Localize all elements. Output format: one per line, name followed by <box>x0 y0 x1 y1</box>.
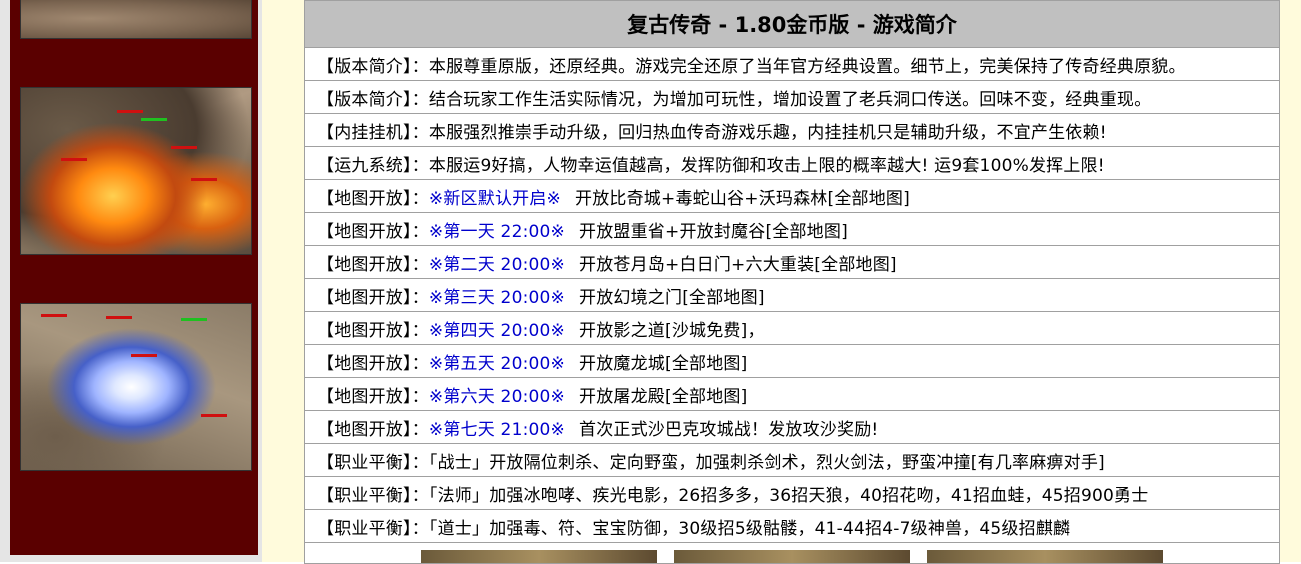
info-cell: 【地图开放】：※第六天 20:00※ 开放屠龙殿[全部地图] <box>304 377 1280 411</box>
row-text: 开放盟重省+开放封魔谷[全部地图] <box>579 221 848 242</box>
info-cell: 【版本简介】：本服尊重原版，还原经典。游戏完全还原了当年官方经典设置。细节上，完… <box>304 47 1280 81</box>
info-cell: 【地图开放】：※第二天 20:00※ 开放苍月岛+白日门+六大重装[全部地图] <box>304 245 1280 279</box>
info-cell: 【地图开放】：※第四天 20:00※ 开放影之道[沙城免费]， <box>304 311 1280 345</box>
row-schedule: ※新区默认开启※ <box>428 188 561 209</box>
row-label: 【地图开放】： <box>317 386 429 407</box>
info-cell: 【职业平衡】：「道士」加强毒、符、宝宝防御，30级招5级骷髅，41-44招4-7… <box>304 509 1280 543</box>
info-row: 【内挂挂机】：本服强烈推崇手动升级，回归热血传奇游戏乐趣，内挂挂机只是辅助升级，… <box>304 113 1280 147</box>
info-row: 【职业平衡】：「法师」加强冰咆哮、疾光电影，26招多多，36招天狼，40招花吻，… <box>304 476 1280 510</box>
game-screenshot-3[interactable] <box>20 303 252 471</box>
info-row: 【地图开放】：※第四天 20:00※ 开放影之道[沙城免费]， <box>304 311 1280 345</box>
row-text: 本服强烈推崇手动升级，回归热血传奇游戏乐趣，内挂挂机只是辅助升级，不宜产生依赖! <box>428 122 1107 143</box>
row-label: 【地图开放】： <box>317 287 429 308</box>
row-label: 【职业平衡】： <box>317 485 429 506</box>
row-text: 开放幻境之门[全部地图] <box>579 287 765 308</box>
info-row: 【运九系统】：本服运9好搞，人物幸运值越高，发挥防御和攻击上限的概率越大! 运9… <box>304 146 1280 180</box>
row-schedule: ※第三天 20:00※ <box>428 287 565 308</box>
row-label: 【版本简介】： <box>317 89 429 110</box>
row-label: 【内挂挂机】： <box>317 122 429 143</box>
sidebar-bottom-gap <box>0 555 262 562</box>
thumbnail-strip <box>304 542 1280 564</box>
row-text: 开放屠龙殿[全部地图] <box>579 386 748 407</box>
page-title: 复古传奇 - 1.80金币版 - 游戏简介 <box>304 0 1280 48</box>
row-label: 【职业平衡】： <box>317 518 429 539</box>
info-cell: 【地图开放】：※第三天 20:00※ 开放幻境之门[全部地图] <box>304 278 1280 312</box>
info-row: 【地图开放】：※第七天 21:00※ 首次正式沙巴克攻城战！发放攻沙奖励! <box>304 410 1280 444</box>
row-label: 【地图开放】： <box>317 188 429 209</box>
info-cell: 【版本简介】：结合玩家工作生活实际情况，为增加可玩性，增加设置了老兵洞口传送。回… <box>304 80 1280 114</box>
row-text: 开放苍月岛+白日门+六大重装[全部地图] <box>579 254 897 275</box>
row-label: 【地图开放】： <box>317 254 429 275</box>
info-cell: 【内挂挂机】：本服强烈推崇手动升级，回归热血传奇游戏乐趣，内挂挂机只是辅助升级，… <box>304 113 1280 147</box>
row-text: 「战士」开放隔位刺杀、定向野蛮，加强刺杀剑术，烈火剑法，野蛮冲撞[有几率麻痹对手… <box>428 452 1105 473</box>
info-row: 【地图开放】：※第五天 20:00※ 开放魔龙城[全部地图] <box>304 344 1280 378</box>
row-schedule: ※第一天 22:00※ <box>428 221 565 242</box>
row-label: 【地图开放】： <box>317 320 429 341</box>
game-screenshot-2[interactable] <box>20 87 252 255</box>
screenshot-sidebar <box>10 0 258 555</box>
info-row: 【地图开放】：※第六天 20:00※ 开放屠龙殿[全部地图] <box>304 377 1280 411</box>
row-schedule: ※第五天 20:00※ <box>428 353 565 374</box>
left-gutter <box>0 0 10 562</box>
row-text: 结合玩家工作生活实际情况，为增加可玩性，增加设置了老兵洞口传送。回味不变，经典重… <box>428 89 1152 110</box>
thumbnail-image-icon[interactable] <box>674 550 910 563</box>
info-row: 【地图开放】：※新区默认开启※ 开放比奇城+毒蛇山谷+沃玛森林[全部地图] <box>304 179 1280 213</box>
row-schedule: ※第二天 20:00※ <box>428 254 565 275</box>
info-row: 【职业平衡】：「战士」开放隔位刺杀、定向野蛮，加强刺杀剑术，烈火剑法，野蛮冲撞[… <box>304 443 1280 477</box>
thumbnail-image-icon[interactable] <box>421 550 657 563</box>
info-row: 【地图开放】：※第二天 20:00※ 开放苍月岛+白日门+六大重装[全部地图] <box>304 245 1280 279</box>
row-text: 本服运9好搞，人物幸运值越高，发挥防御和攻击上限的概率越大! 运9套100%发挥… <box>428 155 1105 176</box>
info-cell: 【地图开放】：※第一天 22:00※ 开放盟重省+开放封魔谷[全部地图] <box>304 212 1280 246</box>
row-text: 「法师」加强冰咆哮、疾光电影，26招多多，36招天狼，40招花吻，41招血蛙，4… <box>428 485 1149 506</box>
row-label: 【地图开放】： <box>317 419 429 440</box>
info-cell: 【职业平衡】：「战士」开放隔位刺杀、定向野蛮，加强刺杀剑术，烈火剑法，野蛮冲撞[… <box>304 443 1280 477</box>
info-cell: 【运九系统】：本服运9好搞，人物幸运值越高，发挥防御和攻击上限的概率越大! 运9… <box>304 146 1280 180</box>
info-cell: 【地图开放】：※第七天 21:00※ 首次正式沙巴克攻城战！发放攻沙奖励! <box>304 410 1280 444</box>
info-cell: 【地图开放】：※新区默认开启※ 开放比奇城+毒蛇山谷+沃玛森林[全部地图] <box>304 179 1280 213</box>
row-schedule: ※第四天 20:00※ <box>428 320 565 341</box>
row-label: 【运九系统】： <box>317 155 429 176</box>
row-text: 「道士」加强毒、符、宝宝防御，30级招5级骷髅，41-44招4-7级神兽，45级… <box>428 518 1071 539</box>
info-cell: 【职业平衡】：「法师」加强冰咆哮、疾光电影，26招多多，36招天狼，40招花吻，… <box>304 476 1280 510</box>
row-text: 开放比奇城+毒蛇山谷+沃玛森林[全部地图] <box>575 188 910 209</box>
row-text: 开放魔龙城[全部地图] <box>579 353 748 374</box>
info-cell: 【地图开放】：※第五天 20:00※ 开放魔龙城[全部地图] <box>304 344 1280 378</box>
row-label: 【职业平衡】： <box>317 452 429 473</box>
info-row: 【版本简介】：本服尊重原版，还原经典。游戏完全还原了当年官方经典设置。细节上，完… <box>304 47 1280 81</box>
info-row: 【版本简介】：结合玩家工作生活实际情况，为增加可玩性，增加设置了老兵洞口传送。回… <box>304 80 1280 114</box>
page-margin-left <box>262 0 304 562</box>
row-label: 【地图开放】： <box>317 353 429 374</box>
row-label: 【版本简介】： <box>317 56 429 77</box>
info-row: 【地图开放】：※第三天 20:00※ 开放幻境之门[全部地图] <box>304 278 1280 312</box>
game-screenshot-1[interactable] <box>20 0 252 39</box>
info-row: 【职业平衡】：「道士」加强毒、符、宝宝防御，30级招5级骷髅，41-44招4-7… <box>304 509 1280 543</box>
row-schedule: ※第七天 21:00※ <box>428 419 565 440</box>
row-label: 【地图开放】： <box>317 221 429 242</box>
info-row: 【地图开放】：※第一天 22:00※ 开放盟重省+开放封魔谷[全部地图] <box>304 212 1280 246</box>
game-intro-table: 复古传奇 - 1.80金币版 - 游戏简介 【版本简介】：本服尊重原版，还原经典… <box>304 0 1280 564</box>
row-schedule: ※第六天 20:00※ <box>428 386 565 407</box>
page-margin-right <box>1279 0 1301 562</box>
thumbnail-image-icon[interactable] <box>927 550 1163 563</box>
row-text: 开放影之道[沙城免费]， <box>579 320 765 341</box>
row-text: 首次正式沙巴克攻城战！发放攻沙奖励! <box>579 419 879 440</box>
row-text: 本服尊重原版，还原经典。游戏完全还原了当年官方经典设置。细节上，完美保持了传奇经… <box>428 56 1186 77</box>
